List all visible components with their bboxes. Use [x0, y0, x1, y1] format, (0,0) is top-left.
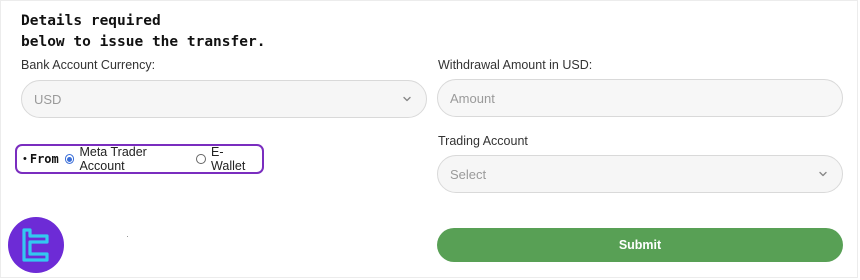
submit-button[interactable]: Submit: [437, 228, 843, 262]
trading-account-select[interactable]: Select: [437, 155, 843, 193]
currency-label: Bank Account Currency:: [21, 58, 156, 72]
radio-meta-trader-account[interactable]: [64, 154, 75, 164]
tradingfinder-logo: [7, 216, 65, 274]
radio-e-wallet[interactable]: [196, 154, 207, 164]
form-heading: Details required below to issue the tran…: [21, 13, 266, 50]
transfer-source-group: • From Meta Trader Account E-Wallet: [15, 144, 264, 174]
withdrawal-amount-input[interactable]: Amount: [437, 79, 843, 117]
withdrawal-amount-label: Withdrawal Amount in USD:: [438, 58, 593, 72]
form-panel: Details required below to issue the tran…: [0, 0, 858, 278]
trading-account-select-value: Select: [450, 166, 487, 182]
chevron-down-icon: [816, 167, 830, 181]
currency-select-value: USD: [34, 91, 62, 107]
from-label: From: [29, 152, 59, 166]
trading-account-label: Trading Account: [438, 134, 528, 148]
radio-meta-trader-account-label[interactable]: Meta Trader Account: [79, 145, 190, 173]
chevron-down-icon: [400, 92, 414, 106]
withdrawal-amount-placeholder: Amount: [450, 90, 495, 106]
radio-e-wallet-label[interactable]: E-Wallet: [211, 145, 256, 173]
decorative-dot: [127, 236, 128, 237]
currency-select[interactable]: USD: [21, 80, 427, 118]
bullet-marker: •: [23, 152, 27, 165]
